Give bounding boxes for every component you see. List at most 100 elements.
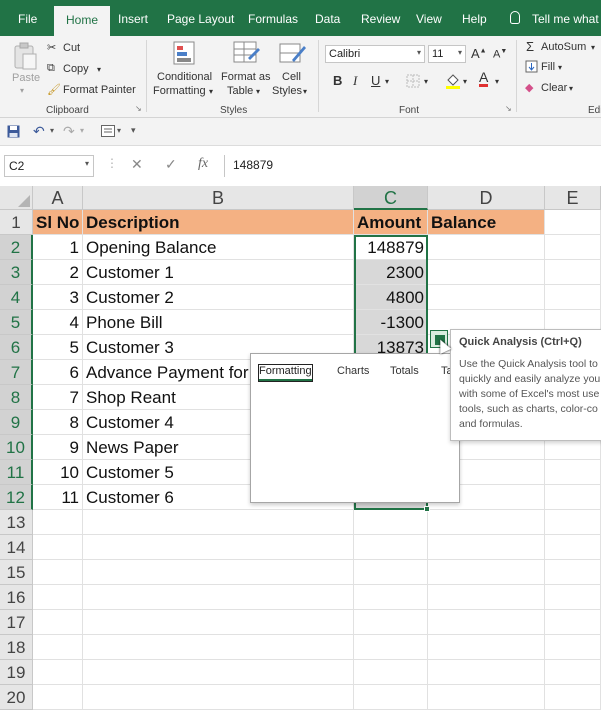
tab-page-layout[interactable]: Page Layout [167, 12, 234, 26]
font-name-select[interactable]: Calibri ▾ [325, 45, 425, 63]
cell-sl-no[interactable]: 9 [33, 435, 83, 460]
tell-me-search[interactable]: Tell me what y [532, 12, 601, 26]
font-color-icon[interactable]: A [479, 70, 489, 87]
grid-cell[interactable] [545, 210, 601, 235]
undo-dropdown-icon[interactable]: ▾ [50, 126, 54, 135]
autosum-dropdown-icon[interactable]: ▾ [591, 43, 595, 52]
grid-cell[interactable] [428, 610, 545, 635]
cell-sl-no[interactable]: 3 [33, 285, 83, 310]
row-header-9[interactable]: 9 [0, 410, 33, 435]
grid-cell[interactable] [428, 635, 545, 660]
grid-cell[interactable] [83, 585, 354, 610]
cell-description[interactable]: Customer 1 [83, 260, 354, 285]
borders-icon[interactable] [406, 74, 420, 88]
grid-cell[interactable] [545, 535, 601, 560]
fill-dropdown-icon[interactable]: ▾ [558, 63, 562, 72]
form-icon[interactable] [101, 125, 116, 138]
font-size-select[interactable]: 11 ▾ [428, 45, 466, 63]
clear-button[interactable]: Clear [541, 82, 567, 94]
grid-cell[interactable] [33, 685, 83, 710]
qa-tab-charts[interactable]: Charts [337, 365, 369, 377]
row-header-10[interactable]: 10 [0, 435, 33, 460]
row-header-15[interactable]: 15 [0, 560, 33, 585]
cancel-icon[interactable]: ✕ [131, 156, 143, 173]
grid-cell[interactable] [545, 510, 601, 535]
grid-cell[interactable] [354, 535, 428, 560]
column-header-c[interactable]: C [354, 186, 428, 210]
tab-file[interactable]: File [18, 12, 37, 26]
formula-input[interactable]: 148879 [224, 155, 601, 177]
row-header-8[interactable]: 8 [0, 385, 33, 410]
grid-cell[interactable] [428, 510, 545, 535]
cell-sl-no[interactable]: 5 [33, 335, 83, 360]
grid-cell[interactable] [545, 235, 601, 260]
header-sl-no[interactable]: Sl No [33, 210, 83, 235]
grid-cell[interactable] [354, 660, 428, 685]
cell-amount[interactable]: 4800 [354, 285, 428, 310]
grid-cell[interactable] [33, 510, 83, 535]
row-header-20[interactable]: 20 [0, 685, 33, 710]
cell-amount[interactable]: 148879 [354, 235, 428, 260]
grid-cell[interactable] [83, 510, 354, 535]
underline-button[interactable]: U [371, 73, 380, 88]
tab-data[interactable]: Data [315, 12, 340, 26]
grid-cell[interactable] [33, 610, 83, 635]
fill-color-dropdown-icon[interactable]: ▾ [463, 77, 467, 86]
grid-cell[interactable] [545, 560, 601, 585]
cut-button[interactable]: Cut [63, 42, 80, 54]
redo-dropdown-icon[interactable]: ▾ [80, 126, 84, 135]
row-header-2[interactable]: 2 [0, 235, 33, 260]
grid-cell[interactable] [428, 660, 545, 685]
row-header-11[interactable]: 11 [0, 460, 33, 485]
row-header-13[interactable]: 13 [0, 510, 33, 535]
cell-amount[interactable]: -1300 [354, 310, 428, 335]
grid-cell[interactable] [354, 635, 428, 660]
font-launcher-icon[interactable]: ↘ [505, 104, 512, 113]
name-box[interactable]: C2 ▾ [4, 155, 94, 177]
cell-sl-no[interactable]: 11 [33, 485, 83, 510]
grid-cell[interactable] [83, 685, 354, 710]
row-header-1[interactable]: 1 [0, 210, 33, 235]
row-header-6[interactable]: 6 [0, 335, 33, 360]
select-all-corner[interactable] [0, 186, 33, 210]
table-dropdown-icon[interactable]: ▾ [256, 87, 260, 96]
format-as-table-button[interactable]: Format as [221, 71, 271, 83]
grid-cell[interactable] [354, 510, 428, 535]
grid-cell[interactable] [354, 685, 428, 710]
conditional-dropdown-icon[interactable]: ▾ [209, 87, 213, 96]
copy-dropdown-icon[interactable]: ▾ [97, 65, 101, 74]
cell-sl-no[interactable]: 4 [33, 310, 83, 335]
header-amount[interactable]: Amount [354, 210, 428, 235]
column-header-e[interactable]: E [545, 186, 601, 210]
autosum-button[interactable]: AutoSum [541, 41, 586, 53]
cell-balance[interactable] [428, 285, 545, 310]
grid-cell[interactable] [354, 610, 428, 635]
grid-cell[interactable] [33, 585, 83, 610]
grid-cell[interactable] [354, 560, 428, 585]
grid-cell[interactable] [83, 660, 354, 685]
tab-formulas[interactable]: Formulas [248, 12, 298, 26]
underline-dropdown-icon[interactable]: ▾ [385, 77, 389, 86]
grid-cell[interactable] [545, 635, 601, 660]
font-color-dropdown-icon[interactable]: ▾ [495, 77, 499, 86]
cell-sl-no[interactable]: 7 [33, 385, 83, 410]
grid-cell[interactable] [545, 485, 601, 510]
italic-button[interactable]: I [353, 73, 357, 89]
header-balance[interactable]: Balance [428, 210, 545, 235]
grid-cell[interactable] [354, 585, 428, 610]
form-dropdown-icon[interactable]: ▾ [117, 126, 121, 135]
tab-help[interactable]: Help [462, 12, 487, 26]
cell-sl-no[interactable]: 1 [33, 235, 83, 260]
cell-amount[interactable]: 2300 [354, 260, 428, 285]
cell-balance[interactable] [428, 260, 545, 285]
grid-cell[interactable] [83, 610, 354, 635]
column-header-b[interactable]: B [83, 186, 354, 210]
grid-cell[interactable] [428, 585, 545, 610]
clear-dropdown-icon[interactable]: ▾ [569, 84, 573, 93]
row-header-4[interactable]: 4 [0, 285, 33, 310]
enter-check-icon[interactable]: ✓ [165, 156, 177, 173]
cell-sl-no[interactable]: 8 [33, 410, 83, 435]
cell-sl-no[interactable]: 2 [33, 260, 83, 285]
grid-cell[interactable] [545, 660, 601, 685]
decrease-font-icon[interactable]: A▼ [493, 48, 507, 61]
